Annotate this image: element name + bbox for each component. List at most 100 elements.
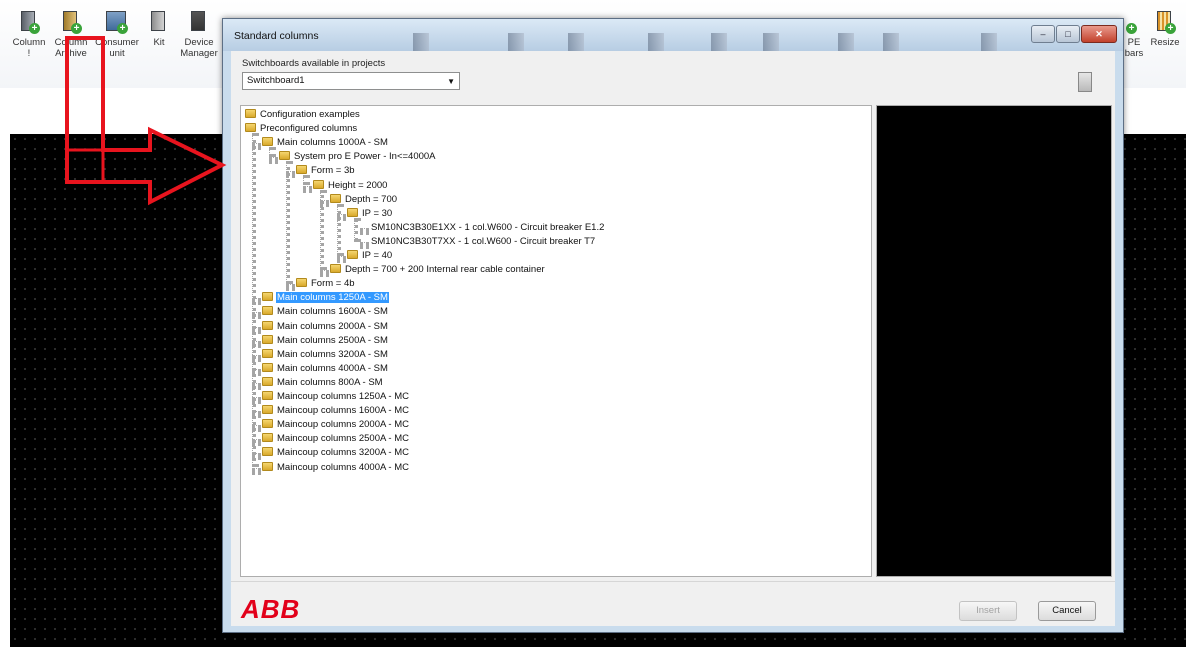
tree-folder-item[interactable]: Maincoup columns 1600A - MC [262, 404, 410, 418]
tree-folder-item[interactable]: Main columns 1600A - SM [262, 305, 389, 319]
tree-folder-item[interactable]: Main columns 2500A - SM [262, 334, 389, 348]
tree-folder-item[interactable]: Form = 4b [296, 277, 356, 291]
tree-item-label: Main columns 800A - SM [277, 376, 383, 388]
insert-button[interactable]: Insert [959, 601, 1017, 621]
maximize-button[interactable]: □ [1056, 25, 1080, 43]
tree-folder-item[interactable]: System pro E Power - In<=4000A [279, 150, 437, 164]
tree-folder-item[interactable]: Maincoup columns 4000A - MC [262, 461, 410, 475]
tree-folder-item[interactable]: Depth = 700 + 200 Internal rear cable co… [330, 263, 546, 277]
tree-connector [337, 256, 346, 260]
columns-tree: Configuration examples Preconfigured colu… [240, 105, 872, 577]
tree-folder-item[interactable]: Maincoup columns 2000A - MC [262, 418, 410, 432]
tree-leaf-item[interactable]: SM10NC3B30E1XX - 1 col.W600 - Circuit br… [370, 221, 605, 235]
tree-folder-item[interactable]: Configuration examples [245, 108, 361, 122]
tree-item-label: Main columns 2000A - SM [277, 320, 388, 332]
abb-logo: ABB [241, 594, 301, 624]
dialog-titlebar[interactable]: Standard columns – □ ✕ [223, 19, 1123, 55]
column-preview [876, 105, 1112, 577]
tree-item-label: Main columns 1600A - SM [277, 306, 388, 318]
tree-item-label: Maincoup columns 2000A - MC [277, 419, 410, 431]
folder-icon [245, 109, 256, 118]
folder-icon [279, 151, 290, 161]
chevron-down-icon: ▼ [447, 77, 455, 86]
folder-icon [262, 137, 273, 147]
folder-icon [262, 461, 273, 471]
dialog-footer: ABB Insert Cancel [231, 581, 1115, 626]
tree-folder-item[interactable]: Main columns 1000A - SM [262, 136, 389, 150]
folder-icon [262, 419, 273, 429]
tree-leaf-item[interactable]: SM10NC3B30T7XX - 1 col.W600 - Circuit br… [370, 235, 596, 249]
folder-icon [330, 193, 341, 203]
folder-icon [313, 179, 324, 189]
switchboard-selected-value: Switchboard1 [247, 75, 305, 86]
kit-icon [148, 10, 170, 34]
folder-icon [262, 306, 273, 316]
folder-icon [262, 348, 273, 358]
tree-item-label: Main columns 1000A - SM [277, 137, 388, 149]
tree-item-label: Form = 4b [311, 278, 355, 290]
tree-connector [269, 147, 273, 158]
tree-folder-item[interactable]: IP = 40 [347, 249, 393, 263]
cancel-button[interactable]: Cancel [1038, 601, 1096, 621]
tree-item-label: Preconfigured columns [260, 123, 358, 135]
resize-icon: + [1154, 10, 1176, 34]
tree-item-label: Height = 2000 [328, 179, 388, 191]
column-archive-label: Column Archive [54, 37, 88, 59]
tree-folder-item[interactable]: Preconfigured columns [245, 122, 358, 136]
tree-item-label: Depth = 700 + 200 Internal rear cable co… [345, 264, 545, 276]
tree-item-label: Main columns 2500A - SM [277, 334, 388, 346]
folder-icon [330, 264, 341, 274]
tree-folder-item[interactable]: Main columns 2000A - SM [262, 320, 389, 334]
folder-icon [262, 362, 273, 372]
tree-connector [337, 203, 341, 256]
tree-item-label: Maincoup columns 1250A - MC [277, 391, 410, 402]
tree-connector [320, 189, 324, 271]
standard-columns-dialog: Standard columns – □ ✕ Switchboards avai… [222, 18, 1124, 633]
folder-icon [296, 278, 307, 288]
tree-folder-item[interactable]: Height = 2000 [313, 179, 388, 193]
tree-item-label: Maincoup columns 3200A - MC [277, 447, 410, 459]
resize-button[interactable]: + Resize [1146, 10, 1184, 76]
database-icon[interactable] [1078, 72, 1092, 92]
tree-item-label: Form = 3b [311, 165, 355, 177]
minimize-button[interactable]: – [1031, 25, 1055, 43]
tree-connector [320, 270, 329, 275]
tree-folder-item[interactable]: Maincoup columns 3200A - MC [262, 446, 410, 460]
consumer-unit-button[interactable]: + Consumer unit [94, 10, 140, 76]
dialog-client-area: Switchboards available in projects Switc… [231, 51, 1115, 626]
tree-folder-item[interactable]: Main columns 1250A - SM [262, 291, 389, 305]
tree-connector [252, 133, 256, 468]
tree-folder-item[interactable]: Main columns 800A - SM [262, 376, 384, 390]
column-button[interactable]: + Column ! [6, 10, 52, 76]
tree-item-label: Configuration examples [260, 109, 360, 120]
column-archive-button[interactable]: + Column Archive [48, 10, 94, 76]
folder-icon [245, 123, 256, 133]
tree-connector [354, 217, 358, 242]
tree-item-label: Maincoup columns 1600A - MC [277, 405, 410, 417]
folder-icon [262, 376, 273, 386]
folder-icon [262, 447, 273, 457]
tree-item-label: System pro E Power - In<=4000A [294, 151, 436, 163]
tree-connector [286, 284, 295, 289]
tree-folder-item[interactable]: Maincoup columns 1250A - MC [262, 390, 410, 404]
folder-icon [296, 165, 307, 175]
column-archive-icon: + [60, 10, 82, 34]
tree-item-label: IP = 30 [362, 207, 393, 219]
tree-connector [252, 467, 261, 472]
tree-folder-item[interactable]: Main columns 4000A - SM [262, 362, 389, 376]
tree-item-label: IP = 40 [362, 250, 393, 261]
tree-connector [286, 161, 290, 285]
tree-connector [303, 175, 307, 186]
close-button[interactable]: ✕ [1081, 25, 1117, 43]
tree-item-label: Main columns 1250A - SM [276, 292, 389, 304]
device-manager-button[interactable]: Device Manager [176, 10, 222, 76]
tree-item-label: Main columns 3200A - SM [277, 348, 388, 360]
folder-icon [347, 250, 358, 259]
tree-item-label: SM10NC3B30T7XX - 1 col.W600 - Circuit br… [371, 235, 596, 247]
folder-icon [347, 207, 358, 217]
consumer-unit-icon: + [106, 10, 128, 34]
switchboard-dropdown[interactable]: Switchboard1 ▼ [242, 72, 460, 90]
pe-bars-icon: + [1123, 10, 1145, 34]
tree-folder-item[interactable]: Main columns 3200A - SM [262, 348, 389, 362]
tree-folder-item[interactable]: Maincoup columns 2500A - MC [262, 432, 410, 446]
